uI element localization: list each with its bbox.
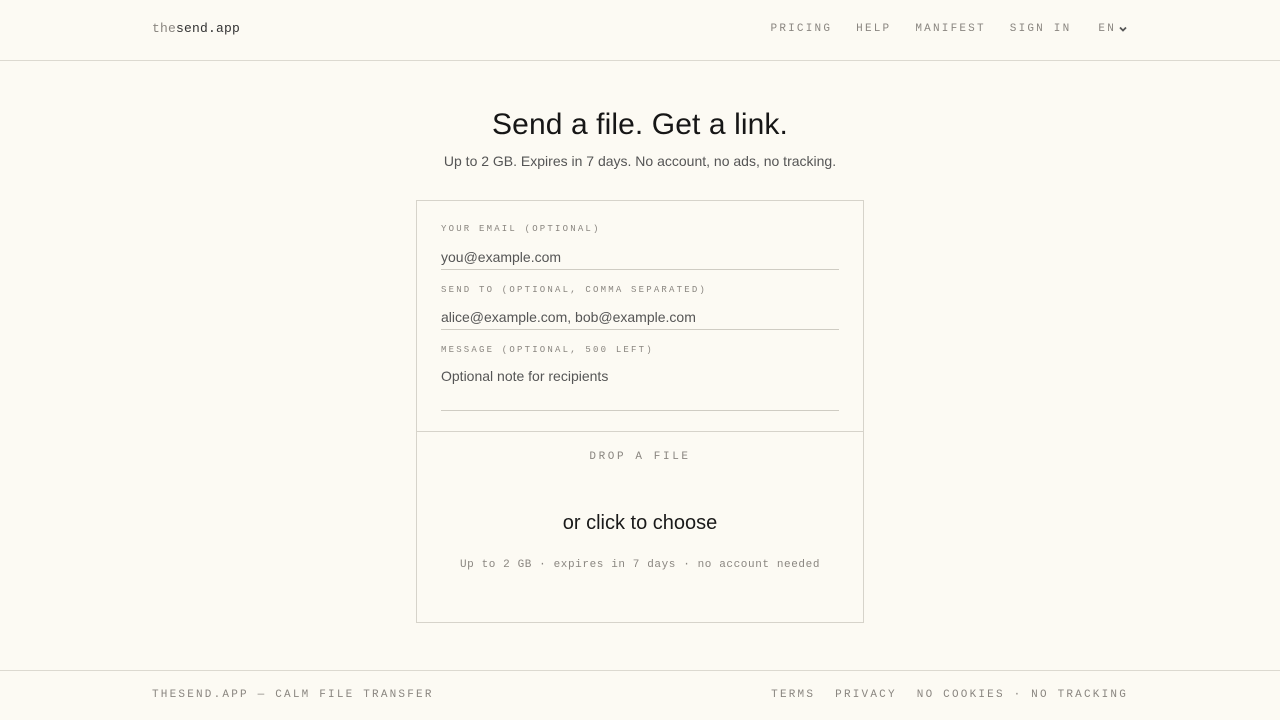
logo-main: send.app: [176, 21, 241, 36]
dropzone-note: Up to 2 GB · expires in 7 days · no acco…: [459, 559, 821, 571]
upload-card: YOUR EMAIL (OPTIONAL) SEND TO (OPTIONAL,…: [416, 200, 864, 623]
email-label: YOUR EMAIL (OPTIONAL): [441, 224, 601, 234]
nav-manifest[interactable]: MANIFEST: [915, 23, 985, 35]
site-header: thesend.app PRICING HELP MANIFEST SIGN I…: [0, 0, 1280, 61]
nav-sign-in[interactable]: SIGN IN: [1010, 23, 1072, 35]
choose-file-button[interactable]: or click to choose: [417, 512, 863, 535]
message-label: MESSAGE (OPTIONAL, 500 LEFT): [441, 345, 654, 355]
chevron-down-icon: [1119, 26, 1127, 32]
form-fields: YOUR EMAIL (OPTIONAL) SEND TO (OPTIONAL,…: [417, 201, 863, 432]
message-textarea[interactable]: [441, 367, 839, 411]
top-nav: PRICING HELP MANIFEST SIGN IN EN: [747, 23, 1128, 35]
language-selector[interactable]: EN: [1098, 23, 1128, 35]
nav-pricing[interactable]: PRICING: [771, 23, 833, 35]
footer-privacy-link[interactable]: PRIVACY: [835, 689, 897, 701]
email-input[interactable]: [441, 245, 839, 270]
send-to-label: SEND TO (OPTIONAL, COMMA SEPARATED): [441, 285, 708, 295]
dropzone-kicker: DROP A FILE: [589, 451, 691, 463]
nav-help[interactable]: HELP: [856, 23, 891, 35]
footer-tagline: THESEND.APP — CALM FILE TRANSFER: [152, 689, 434, 701]
footer-terms-link[interactable]: TERMS: [771, 689, 815, 701]
footer-no-cookies-link[interactable]: NO COOKIES · NO TRACKING: [917, 689, 1128, 701]
page-title: Send a file. Get a link.: [492, 108, 788, 141]
footer-nav: TERMS PRIVACY NO COOKIES · NO TRACKING: [751, 689, 1128, 701]
site-logo[interactable]: thesend.app: [152, 21, 240, 36]
language-label: EN: [1098, 23, 1116, 35]
logo-prefix: the: [152, 21, 177, 36]
site-footer: THESEND.APP — CALM FILE TRANSFER TERMS P…: [0, 670, 1280, 720]
send-to-input[interactable]: [441, 305, 839, 330]
page-subtitle: Up to 2 GB. Expires in 7 days. No accoun…: [443, 153, 837, 169]
